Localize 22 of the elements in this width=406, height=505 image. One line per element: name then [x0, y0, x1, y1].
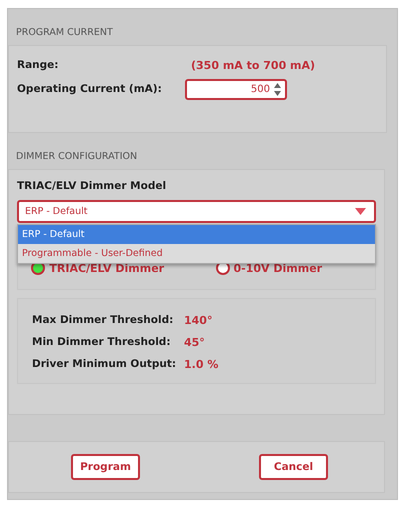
dimmer-type-radio[interactable]: TRIAC/ELV Dimmer	[31, 261, 164, 275]
range-value: (350 mA to 700 mA)	[191, 58, 316, 72]
program-button[interactable]: Program	[71, 454, 140, 480]
threshold-value: 45°	[184, 336, 205, 348]
operating-current-field[interactable]: 500	[185, 78, 287, 100]
section-heading: PROGRAM CURRENT	[15, 26, 114, 40]
threshold-value: 1.0 %	[184, 358, 218, 370]
threshold-value: 140°	[184, 314, 212, 326]
operating-current-label: Operating Current (mA):	[17, 83, 163, 95]
section-heading: DIMMER CONFIGURATION	[15, 150, 138, 164]
threshold-label: Driver Minimum Output:	[32, 358, 178, 370]
range-label: Range:	[17, 59, 60, 71]
dimmer-model-select[interactable]: ERP - Default	[17, 200, 376, 223]
threshold-label: Min Dimmer Threshold:	[32, 336, 172, 348]
dimmer-model-label: TRIAC/ELV Dimmer Model	[17, 180, 166, 192]
dropdown-option[interactable]: Programmable - User-Defined	[18, 244, 375, 263]
spinner-icon	[274, 82, 281, 96]
dropdown-option[interactable]: ERP - Default	[18, 225, 375, 244]
dimmer-type-radio[interactable]: 0-10V Dimmer	[216, 261, 322, 275]
cancel-button[interactable]: Cancel	[259, 454, 328, 480]
threshold-label: Max Dimmer Threshold:	[32, 314, 174, 326]
dropdown-arrow-icon	[355, 208, 366, 215]
